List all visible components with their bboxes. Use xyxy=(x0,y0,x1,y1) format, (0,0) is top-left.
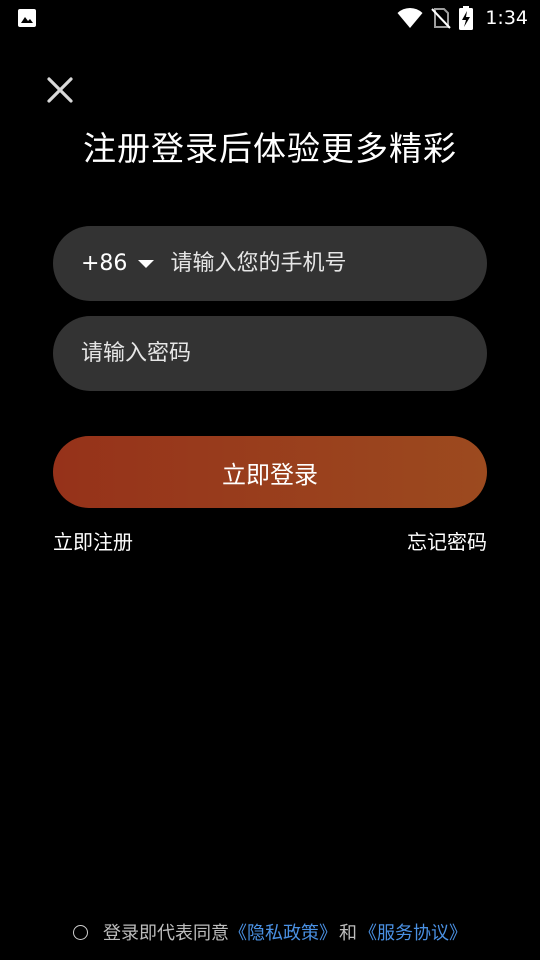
country-code-label: +86 xyxy=(81,251,128,276)
gallery-icon xyxy=(18,9,36,27)
password-field xyxy=(53,316,487,391)
caret-down-icon xyxy=(138,259,155,268)
status-icons: 1:34 xyxy=(397,6,528,30)
battery-charging-icon xyxy=(459,6,474,30)
service-agreement-link[interactable]: 《服务协议》 xyxy=(359,919,467,945)
agreement-radio[interactable] xyxy=(73,924,88,940)
password-input[interactable] xyxy=(81,316,487,391)
page-title: 注册登录后体验更多精彩 xyxy=(83,129,457,168)
agreement-row: 登录即代表同意 《隐私政策》 和 《服务协议》 xyxy=(0,919,540,945)
close-icon[interactable] xyxy=(44,74,76,106)
phone-field: +86 xyxy=(53,226,487,301)
forgot-password-link[interactable]: 忘记密码 xyxy=(407,526,487,555)
wifi-icon xyxy=(397,7,423,28)
clock: 1:34 xyxy=(485,7,528,29)
privacy-policy-link[interactable]: 《隐私政策》 xyxy=(229,919,337,945)
no-sim-icon xyxy=(431,8,452,29)
agreement-prefix: 登录即代表同意 xyxy=(103,923,229,944)
agreement-and: 和 xyxy=(339,923,357,944)
phone-input[interactable] xyxy=(170,226,487,301)
login-button[interactable]: 立即登录 xyxy=(53,436,487,508)
register-link[interactable]: 立即注册 xyxy=(53,526,133,555)
country-code-selector[interactable]: +86 xyxy=(81,251,170,276)
status-bar: 1:34 xyxy=(0,0,540,36)
